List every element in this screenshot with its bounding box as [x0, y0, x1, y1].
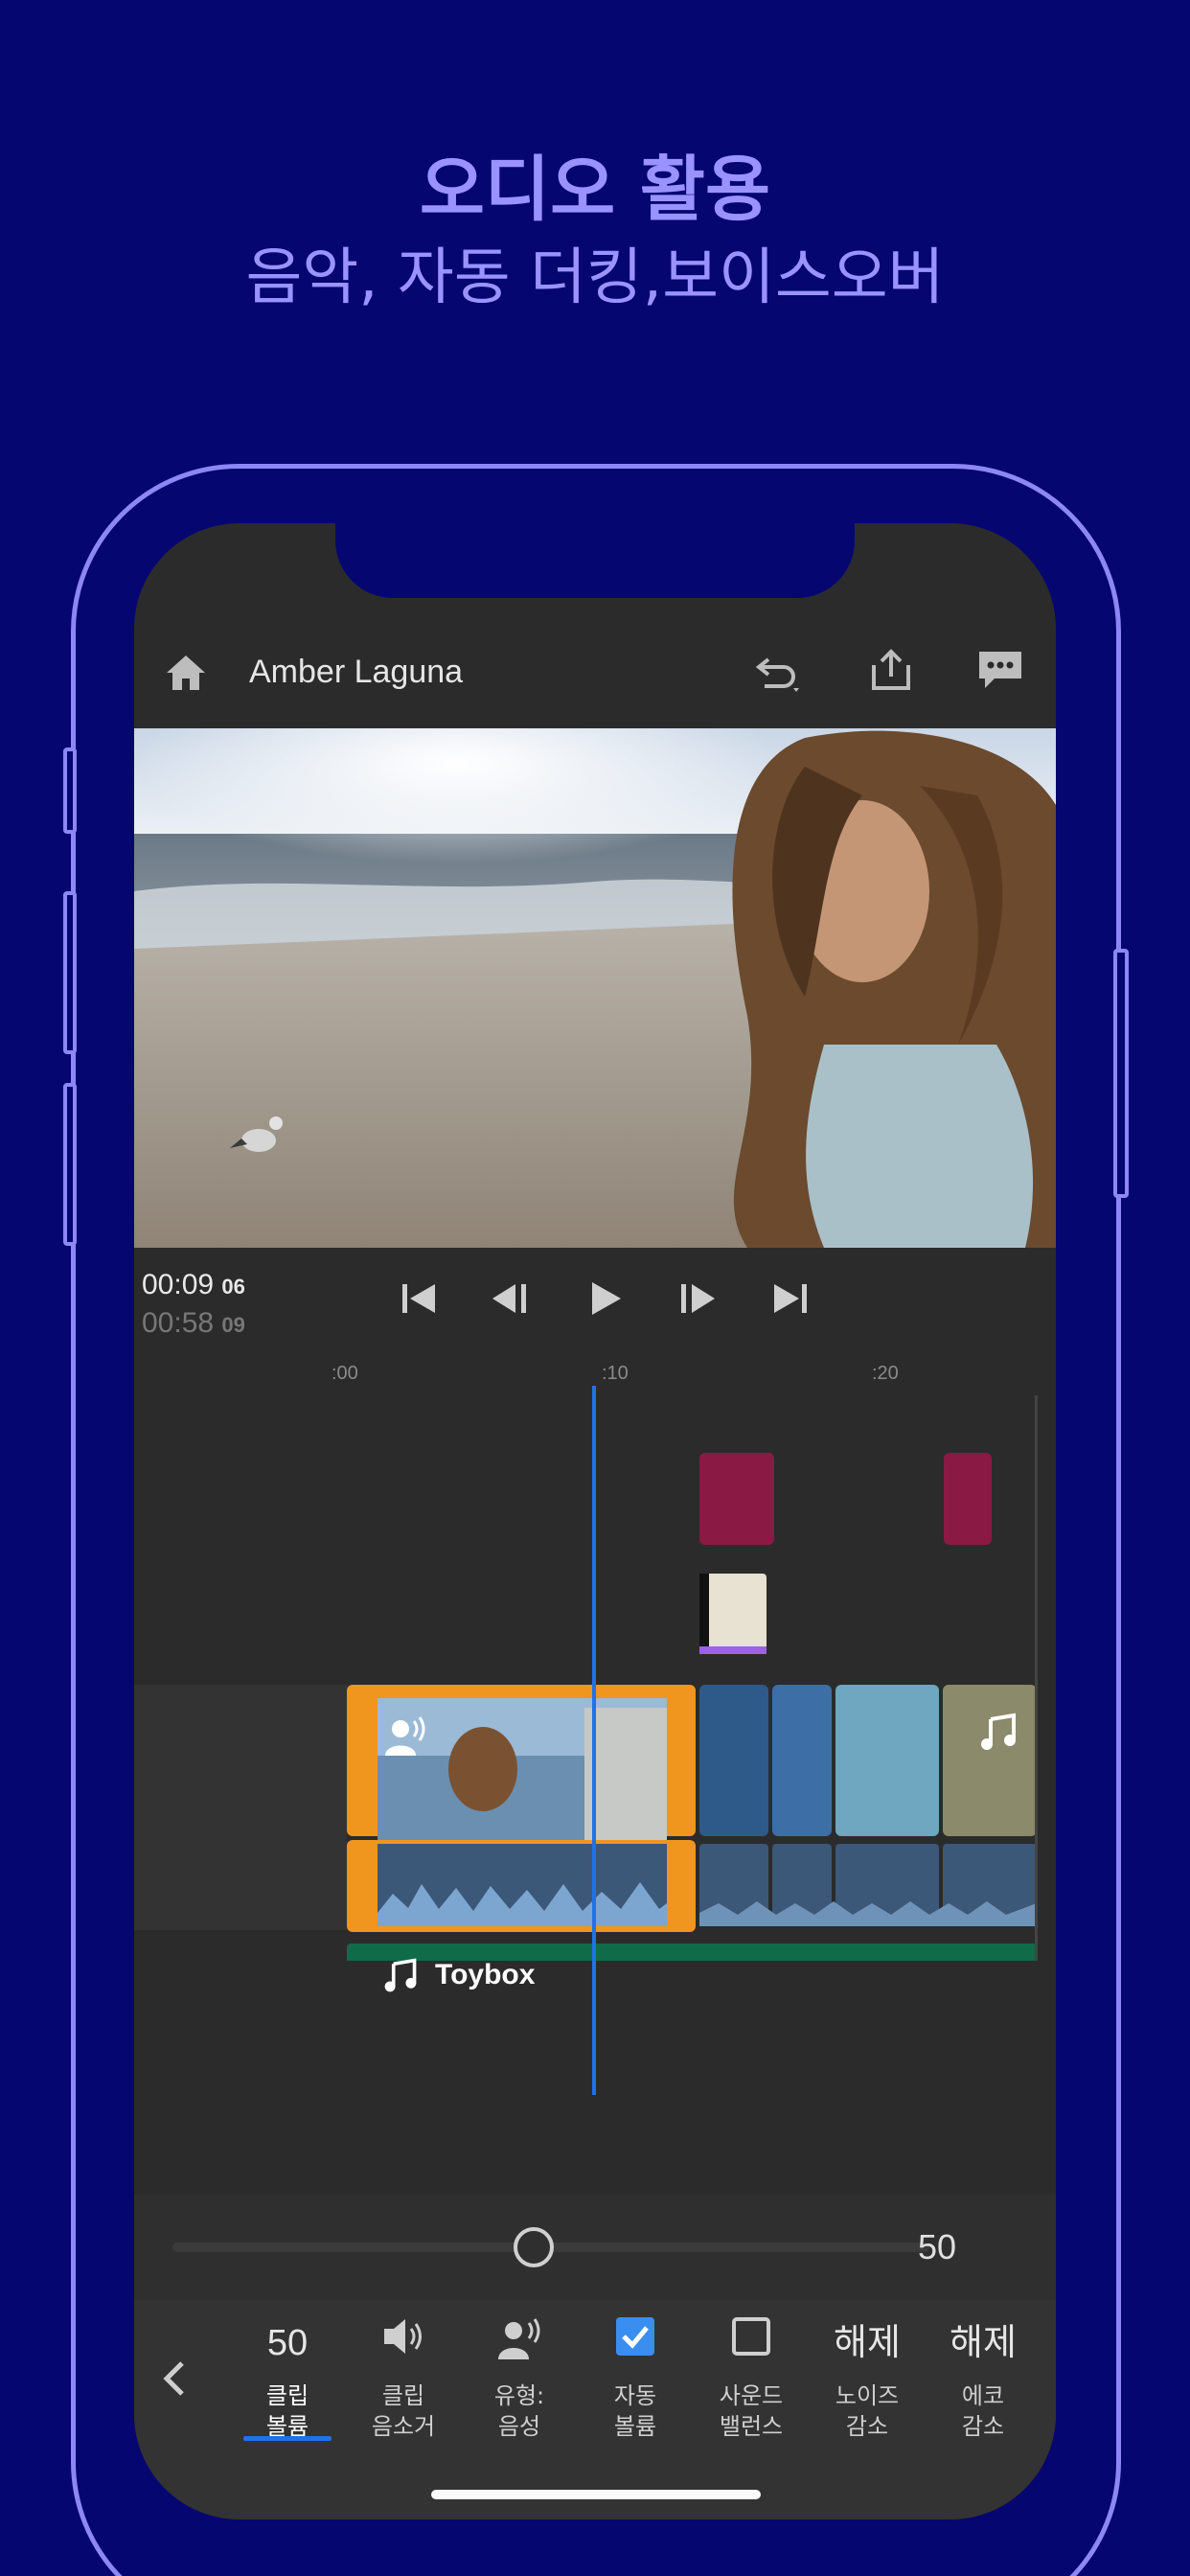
phone-side-button-vol-down: [63, 1083, 77, 1246]
active-tool-underline: [243, 2436, 332, 2441]
back-chevron-icon[interactable]: [155, 2350, 194, 2407]
home-icon[interactable]: [161, 648, 215, 702]
volume-slider-panel: 50: [134, 2195, 1056, 2300]
skip-to-end-icon[interactable]: [767, 1275, 820, 1328]
ruler-mark-20: :20: [872, 1363, 899, 1384]
music-note-icon: [381, 1957, 420, 1995]
transport-bar: 00:09 06 00:58 09: [134, 1248, 1056, 1353]
marker-clip-1: [699, 1453, 774, 1545]
playhead[interactable]: [592, 1386, 596, 2095]
app-top-bar: Amber Laguna: [134, 619, 1056, 730]
tool-clip-volume[interactable]: 50 클립 볼륨: [235, 2315, 340, 2442]
undo-icon[interactable]: [751, 648, 805, 702]
volume-slider-thumb[interactable]: [514, 2227, 554, 2267]
ruler-mark-0: :00: [332, 1363, 358, 1384]
headline-title: 오디오 활용: [419, 149, 771, 231]
step-forward-icon[interactable]: [673, 1275, 726, 1328]
step-back-icon[interactable]: [487, 1275, 540, 1328]
skip-to-start-icon[interactable]: [395, 1275, 448, 1328]
ruler-mark-10: :10: [602, 1363, 629, 1384]
tool-noise-reduction[interactable]: 해제 노이즈 감소: [814, 2315, 920, 2442]
play-icon[interactable]: [581, 1275, 634, 1328]
phone-side-button-vol-up: [63, 891, 77, 1054]
phone-side-button-power: [1113, 949, 1129, 1198]
tool-auto-volume[interactable]: 자동 볼륨: [583, 2315, 688, 2442]
music-clip-label: Toybox: [435, 1959, 536, 1990]
share-icon[interactable]: [864, 644, 918, 698]
tool-echo-reduction[interactable]: 해제 에코 감소: [930, 2315, 1036, 2442]
total-timecode: 00:58 09: [142, 1307, 245, 1339]
checkbox-checked-icon: [583, 2315, 688, 2371]
tool-type-voice[interactable]: 유형: 음성: [467, 2315, 572, 2442]
speaker-icon: [351, 2315, 456, 2371]
project-title: Amber Laguna: [249, 654, 464, 690]
phone-screen: Amber Laguna 00:09 06 00:58 09:00:10:…: [134, 523, 1056, 2519]
notch: [335, 523, 855, 598]
phone-side-button-silent: [63, 748, 77, 834]
voice-clip-icon: [381, 1714, 427, 1760]
headline-subtitle: 음악, 자동 더킹,보이스오버: [245, 242, 945, 313]
volume-slider-value: 50: [918, 2227, 957, 2266]
current-timecode: 00:09 06: [142, 1269, 245, 1300]
music-note-icon: [977, 1712, 1019, 1754]
tool-sound-balance[interactable]: 사운드 밸런스: [698, 2315, 804, 2442]
audio-toolbar: 50 클립 볼륨 클립 음소거 유형: 음성 자동 볼륨 사운드 밸런스 해제 …: [134, 2300, 1056, 2519]
voice-icon: [467, 2315, 572, 2371]
marker-clip-2: [944, 1453, 992, 1545]
checkbox-empty-icon: [698, 2315, 804, 2371]
video-preview[interactable]: [134, 728, 1056, 1248]
comment-icon[interactable]: [973, 644, 1027, 698]
title-clip: [699, 1574, 767, 1654]
home-indicator: [431, 2490, 761, 2499]
tool-clip-mute[interactable]: 클립 음소거: [351, 2315, 456, 2442]
